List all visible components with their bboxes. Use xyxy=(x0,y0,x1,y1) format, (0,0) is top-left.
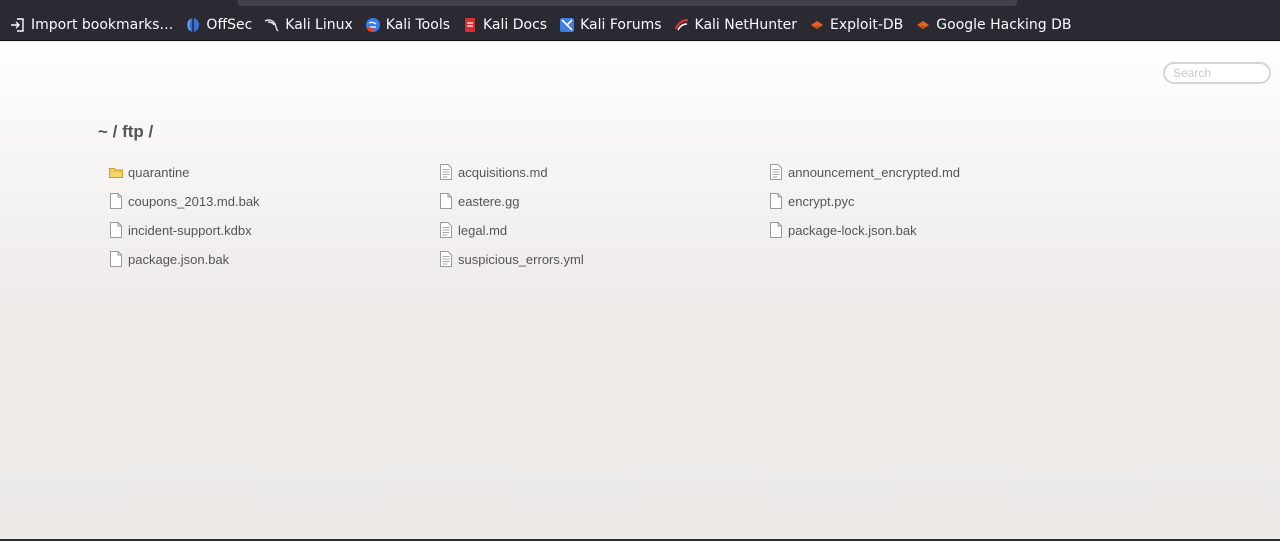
file-name: encrypt.pyc xyxy=(788,193,855,209)
breadcrumb: ~ / ftp / xyxy=(98,122,154,141)
file-list: quarantine acquisitions.md announcement_en… xyxy=(109,161,1109,277)
file-entry[interactable]: coupons_2013.md.bak xyxy=(109,190,439,212)
bookmark-label: Google Hacking DB xyxy=(936,17,1072,33)
bookmark-import[interactable]: Import bookmarks… xyxy=(10,15,173,35)
ghdb-icon xyxy=(915,17,931,33)
bookmark-kali-linux[interactable]: Kali Linux xyxy=(264,15,353,35)
file-entry[interactable]: package-lock.json.bak xyxy=(769,219,1099,241)
file-entry[interactable]: suspicious_errors.yml xyxy=(439,248,769,270)
file-name: announcement_encrypted.md xyxy=(788,164,961,180)
folder-icon xyxy=(109,164,123,180)
text-file-icon xyxy=(769,164,782,180)
bookmark-label: Exploit-DB xyxy=(829,17,904,33)
kali-dragon-icon xyxy=(264,17,280,33)
file-icon xyxy=(109,222,122,238)
offsec-icon xyxy=(185,17,201,33)
file-name: package.json.bak xyxy=(128,251,230,267)
text-file-icon xyxy=(439,251,452,267)
bookmark-label: Kali NetHunter xyxy=(694,17,797,33)
bookmark-offsec[interactable]: OffSec xyxy=(185,15,252,35)
file-icon xyxy=(769,222,782,238)
kali-nethunter-icon xyxy=(674,17,690,33)
directory-listing-page: ~ / ftp / quarantine acquisitions.md annou… xyxy=(0,42,1280,541)
import-icon xyxy=(10,17,26,33)
bookmark-label: Kali Linux xyxy=(285,17,353,33)
search-input[interactable] xyxy=(1163,62,1271,84)
kali-forums-icon xyxy=(559,17,575,33)
file-icon xyxy=(109,193,122,209)
bookmark-kali-nethunter[interactable]: Kali NetHunter xyxy=(674,15,797,35)
file-name: coupons_2013.md.bak xyxy=(128,193,260,209)
file-name: suspicious_errors.yml xyxy=(458,251,584,267)
bookmark-label: OffSec xyxy=(206,17,253,33)
bookmarks-toolbar: Import bookmarks… OffSec Kali Linux Kali… xyxy=(0,0,1280,41)
file-entry[interactable]: acquisitions.md xyxy=(439,161,769,183)
bookmark-label: Import bookmarks… xyxy=(31,17,174,33)
bookmark-kali-docs[interactable]: Kali Docs xyxy=(462,15,547,35)
bookmark-google-hacking-db[interactable]: Google Hacking DB xyxy=(915,15,1072,35)
file-entry[interactable]: legal.md xyxy=(439,219,769,241)
file-entry[interactable]: encrypt.pyc xyxy=(769,190,1099,212)
text-file-icon xyxy=(439,222,452,238)
file-icon xyxy=(769,193,782,209)
bookmark-kali-tools[interactable]: Kali Tools xyxy=(365,15,450,35)
file-name: legal.md xyxy=(458,222,508,238)
exploit-db-icon xyxy=(809,17,825,33)
kali-tools-icon xyxy=(365,17,381,33)
kali-docs-icon xyxy=(462,17,478,33)
toolbar-strip xyxy=(238,0,1017,6)
bookmark-label: Kali Forums xyxy=(580,17,662,33)
bookmark-label: Kali Docs xyxy=(483,17,548,33)
file-name: incident-support.kdbx xyxy=(128,222,252,238)
file-icon xyxy=(109,251,122,267)
file-entry[interactable]: incident-support.kdbx xyxy=(109,219,439,241)
bookmark-label: Kali Tools xyxy=(385,17,450,33)
file-name: acquisitions.md xyxy=(458,164,548,180)
file-name: quarantine xyxy=(128,164,190,180)
file-entry[interactable]: eastere.gg xyxy=(439,190,769,212)
file-entry[interactable]: package.json.bak xyxy=(109,248,439,270)
folder-entry[interactable]: quarantine xyxy=(109,161,439,183)
file-entry[interactable]: announcement_encrypted.md xyxy=(769,161,1099,183)
bookmark-kali-forums[interactable]: Kali Forums xyxy=(559,15,662,35)
text-file-icon xyxy=(439,164,452,180)
bookmarks-bar: Import bookmarks… OffSec Kali Linux Kali… xyxy=(10,15,1084,35)
file-icon xyxy=(439,193,452,209)
bookmark-exploit-db[interactable]: Exploit-DB xyxy=(809,15,903,35)
file-name: package-lock.json.bak xyxy=(788,222,917,238)
file-name: eastere.gg xyxy=(458,193,520,209)
